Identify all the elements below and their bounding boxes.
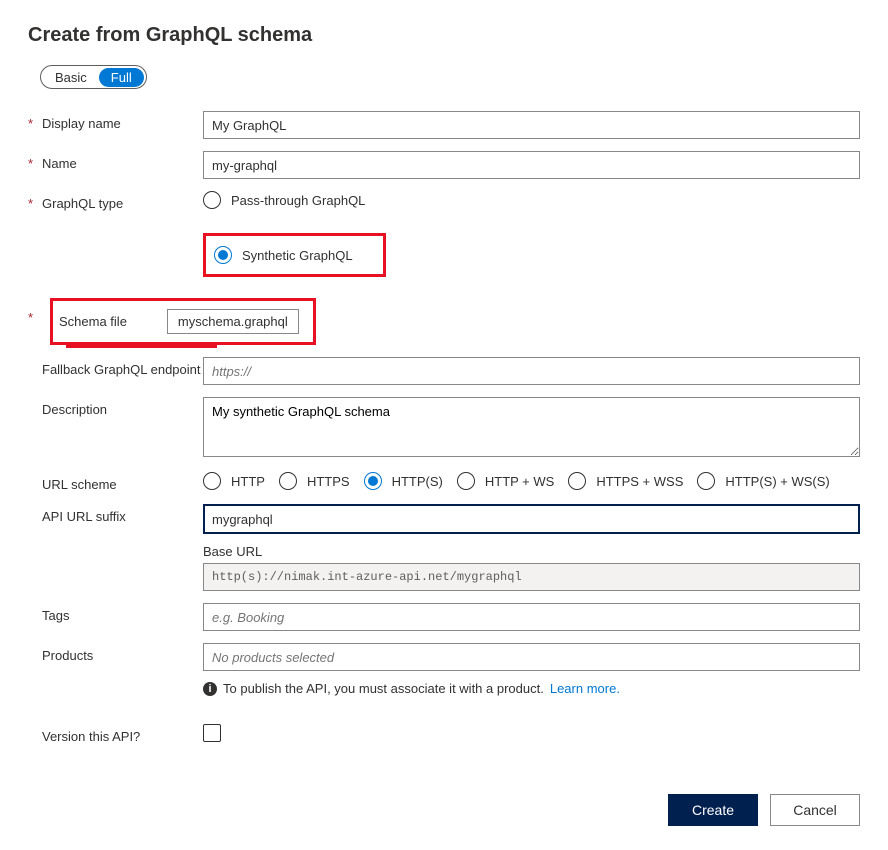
- scheme-http-ws[interactable]: HTTP + WS: [457, 472, 554, 490]
- create-button[interactable]: Create: [668, 794, 758, 826]
- url-scheme-group: HTTP HTTPS HTTP(S) HTTP + WS HTTPS + WSS…: [203, 472, 860, 490]
- name-input[interactable]: [203, 151, 860, 179]
- schema-file-chip[interactable]: myschema.graphql: [167, 309, 299, 334]
- schema-file-label: Schema file: [59, 314, 127, 329]
- required-marker: *: [28, 310, 42, 325]
- base-url-label: Base URL: [203, 544, 860, 559]
- radio-passthrough[interactable]: [203, 191, 221, 209]
- cancel-button[interactable]: Cancel: [770, 794, 860, 826]
- scheme-http-s[interactable]: HTTP(S): [364, 472, 443, 490]
- tags-label: Tags: [42, 608, 69, 623]
- required-marker: *: [28, 156, 42, 171]
- version-checkbox[interactable]: [203, 724, 221, 742]
- learn-more-link[interactable]: Learn more.: [550, 681, 620, 696]
- display-name-input[interactable]: [203, 111, 860, 139]
- products-input[interactable]: [203, 643, 860, 671]
- api-url-suffix-input[interactable]: [203, 504, 860, 534]
- radio-passthrough-label: Pass-through GraphQL: [231, 193, 365, 208]
- synthetic-highlight: Synthetic GraphQL: [203, 233, 386, 277]
- scheme-http[interactable]: HTTP: [203, 472, 265, 490]
- name-label: Name: [42, 156, 77, 171]
- page-title: Create from GraphQL schema: [28, 24, 860, 47]
- graphql-type-label: GraphQL type: [42, 196, 123, 211]
- toggle-full[interactable]: Full: [99, 68, 144, 87]
- mode-toggle[interactable]: Basic Full: [40, 65, 147, 89]
- base-url-display: [203, 563, 860, 591]
- radio-synthetic-label: Synthetic GraphQL: [242, 248, 353, 263]
- radio-synthetic[interactable]: [214, 246, 232, 264]
- toggle-basic[interactable]: Basic: [43, 68, 99, 87]
- description-input[interactable]: [203, 397, 860, 457]
- products-hint: To publish the API, you must associate i…: [223, 681, 544, 696]
- required-marker: *: [28, 196, 42, 211]
- scheme-https-wss[interactable]: HTTPS + WSS: [568, 472, 683, 490]
- url-scheme-label: URL scheme: [42, 477, 117, 492]
- fallback-endpoint-input[interactable]: [203, 357, 860, 385]
- version-label: Version this API?: [42, 729, 140, 744]
- products-label: Products: [42, 648, 93, 663]
- display-name-label: Display name: [42, 116, 121, 131]
- description-label: Description: [42, 402, 107, 417]
- info-icon: i: [203, 682, 217, 696]
- scheme-https[interactable]: HTTPS: [279, 472, 350, 490]
- required-marker: *: [28, 116, 42, 131]
- tags-input[interactable]: [203, 603, 860, 631]
- scheme-http-s-ws-s[interactable]: HTTP(S) + WS(S): [697, 472, 829, 490]
- fallback-endpoint-label: Fallback GraphQL endpoint: [42, 362, 201, 377]
- api-url-suffix-label: API URL suffix: [42, 509, 126, 524]
